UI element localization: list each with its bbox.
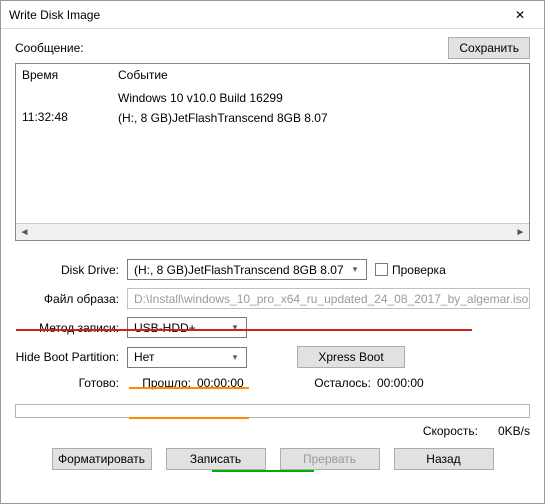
highlight-orange (129, 387, 249, 389)
log-time: 11:32:48 (22, 110, 118, 126)
checkbox-icon (375, 263, 388, 276)
highlight-orange (129, 417, 249, 419)
verify-label: Проверка (392, 263, 446, 277)
log-event: (H:, 8 GB)JetFlashTranscend 8GB 8.07 (118, 110, 523, 126)
hide-label: Hide Boot Partition: (15, 350, 127, 364)
log-row: Windows 10 v10.0 Build 16299 (22, 88, 523, 108)
col-time: Время (22, 68, 118, 82)
drive-label: Disk Drive: (15, 263, 127, 277)
highlight-green (212, 470, 314, 472)
window: Write Disk Image ✕ Сообщение: Сохранить … (0, 0, 545, 504)
close-button[interactable]: ✕ (500, 2, 540, 28)
chevron-down-icon: ▾ (348, 264, 362, 275)
hide-select[interactable]: Нет ▾ (127, 347, 247, 368)
ready-label: Готово: (15, 376, 127, 390)
message-label: Сообщение: (15, 41, 448, 55)
chevron-down-icon: ▾ (228, 352, 242, 363)
save-button[interactable]: Сохранить (448, 37, 530, 59)
window-title: Write Disk Image (9, 8, 500, 22)
titlebar: Write Disk Image ✕ (1, 1, 544, 29)
scroll-right-icon[interactable]: ► (512, 224, 529, 240)
log-row: 11:32:48 (H:, 8 GB)JetFlashTranscend 8GB… (22, 108, 523, 128)
remain-label: Осталось: (307, 376, 377, 390)
drive-select[interactable]: (H:, 8 GB)JetFlashTranscend 8GB 8.07 ▾ (127, 259, 367, 280)
speed-value: 0KB/s (498, 424, 530, 438)
verify-checkbox[interactable]: Проверка (375, 263, 446, 277)
method-select[interactable]: USB-HDD+ ▾ (127, 317, 247, 338)
col-event: Событие (118, 68, 523, 82)
log-box: Время Событие Windows 10 v10.0 Build 162… (15, 63, 530, 241)
hide-value: Нет (134, 350, 228, 364)
chevron-down-icon: ▾ (228, 322, 242, 333)
log-time (22, 90, 118, 106)
abort-button: Прервать (280, 448, 380, 470)
highlight-red (16, 329, 472, 331)
method-label: Метод записи: (15, 321, 127, 335)
xpress-boot-button[interactable]: Xpress Boot (297, 346, 405, 368)
h-scrollbar[interactable]: ◄ ► (16, 223, 529, 240)
speed-label: Скорость: (423, 424, 478, 438)
scroll-left-icon[interactable]: ◄ (16, 224, 33, 240)
file-label: Файл образа: (15, 292, 127, 306)
file-input: D:\Install\windows_10_pro_x64_ru_updated… (127, 288, 530, 309)
close-icon: ✕ (515, 8, 525, 22)
remain-value: 00:00:00 (377, 376, 487, 390)
method-value: USB-HDD+ (134, 321, 228, 335)
write-button[interactable]: Записать (166, 448, 266, 470)
back-button[interactable]: Назад (394, 448, 494, 470)
format-button[interactable]: Форматировать (52, 448, 152, 470)
drive-value: (H:, 8 GB)JetFlashTranscend 8GB 8.07 (134, 263, 348, 277)
log-body: Windows 10 v10.0 Build 16299 11:32:48 (H… (16, 86, 529, 223)
scroll-track[interactable] (33, 224, 512, 240)
progress-bar (15, 404, 530, 418)
log-event: Windows 10 v10.0 Build 16299 (118, 90, 523, 106)
